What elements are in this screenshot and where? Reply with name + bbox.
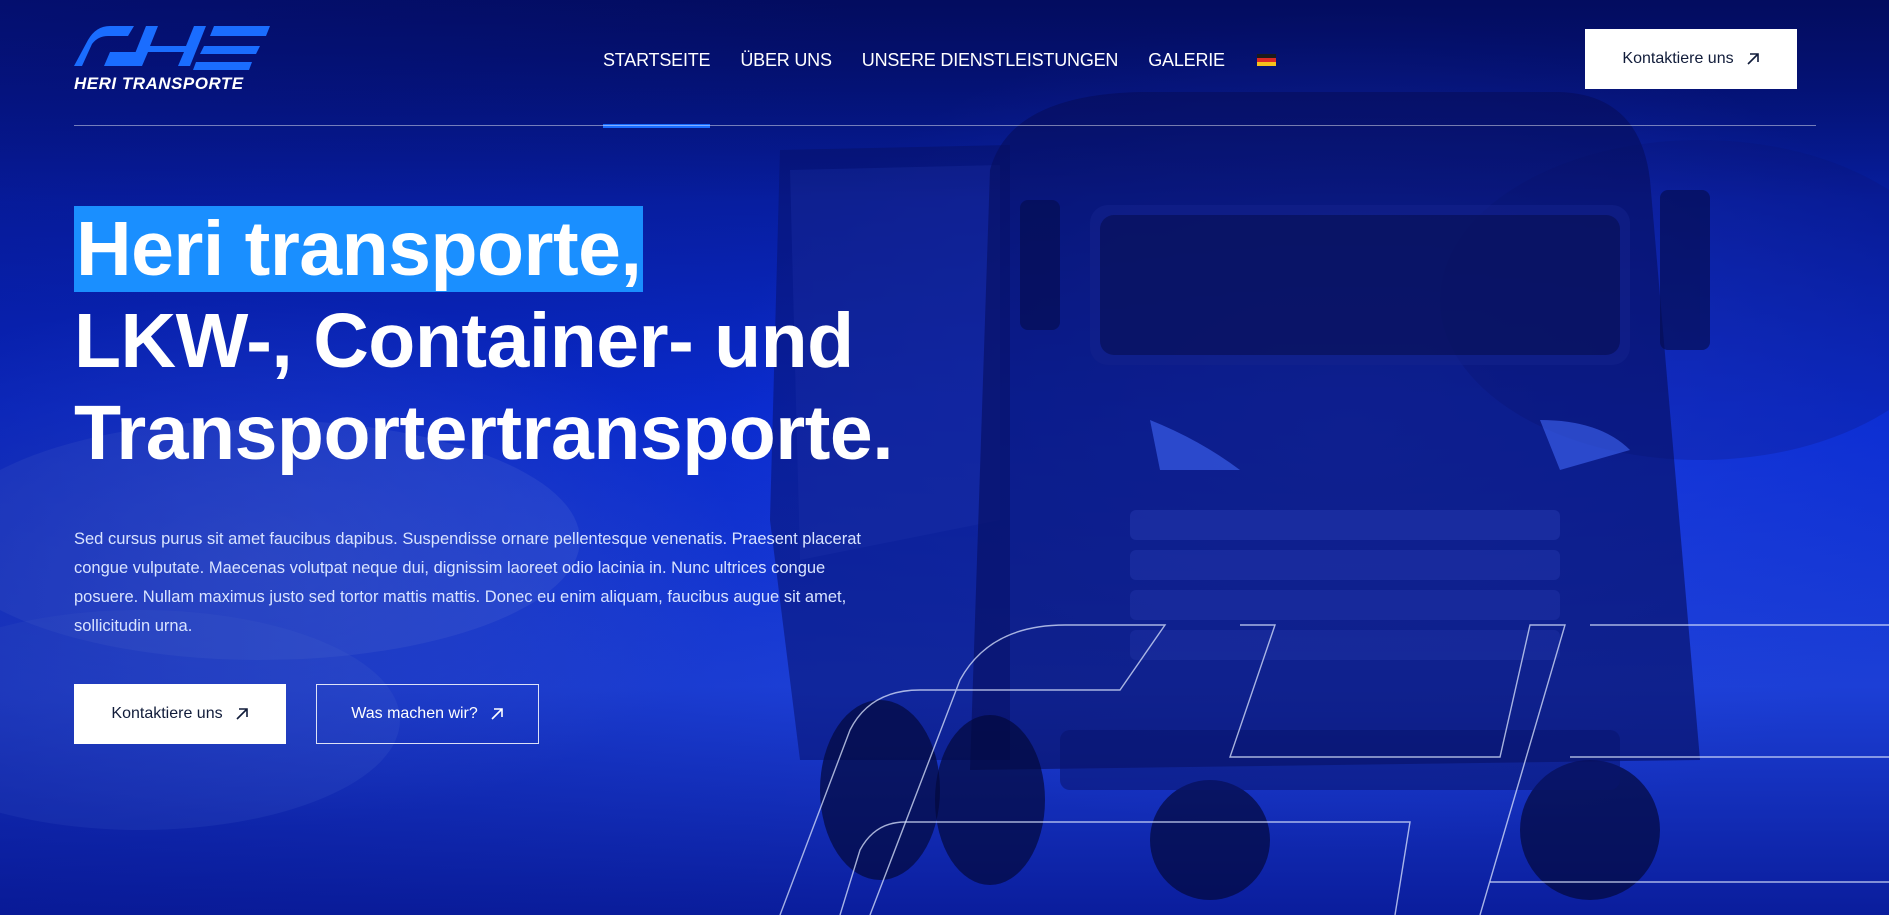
hero-title: Heri transporte, LKW-, Container- und Tr… [74,203,894,479]
hero-contact-button[interactable]: Kontaktiere uns [74,684,286,744]
arrow-up-right-icon [491,708,503,720]
german-flag-icon[interactable] [1256,54,1276,66]
header-contact-label: Kontaktiere uns [1622,50,1734,67]
hero-contact-label: Kontaktiere uns [111,705,223,722]
hero-title-line-2: LKW-, Container- und [74,298,854,384]
hero-description: Sed cursus purus sit amet faucibus dapib… [74,530,861,635]
nav-item-ueber-uns[interactable]: ÜBER UNS [740,50,832,71]
nav-item-startseite[interactable]: STARTSEITE [603,50,711,128]
main-navigation: STARTSEITE ÜBER UNS UNSERE DIENSTLEISTUN… [603,48,1276,128]
header-contact-button[interactable]: Kontaktiere uns [1585,29,1797,89]
hero-what-we-do-label: Was machen wir? [351,705,478,722]
nav-item-galerie[interactable]: GALERIE [1148,50,1225,71]
hero-what-we-do-button[interactable]: Was machen wir? [316,684,539,744]
header-divider [74,125,1816,126]
hero-section: HERI TRANSPORTE STARTSEITE ÜBER UNS UNSE… [0,0,1889,915]
brand-logo[interactable]: HERI TRANSPORTE [74,22,274,93]
arrow-up-right-icon [236,708,248,720]
hero-title-highlight: Heri transporte, [74,206,644,292]
brand-name: HERI TRANSPORTE [74,74,244,93]
logo-mark-icon [74,26,270,70]
hero-title-line-3: Transportertransporte. [74,390,894,476]
nav-item-dienstleistungen[interactable]: UNSERE DIENSTLEISTUNGEN [862,50,1119,71]
arrow-up-right-icon [1747,53,1759,65]
